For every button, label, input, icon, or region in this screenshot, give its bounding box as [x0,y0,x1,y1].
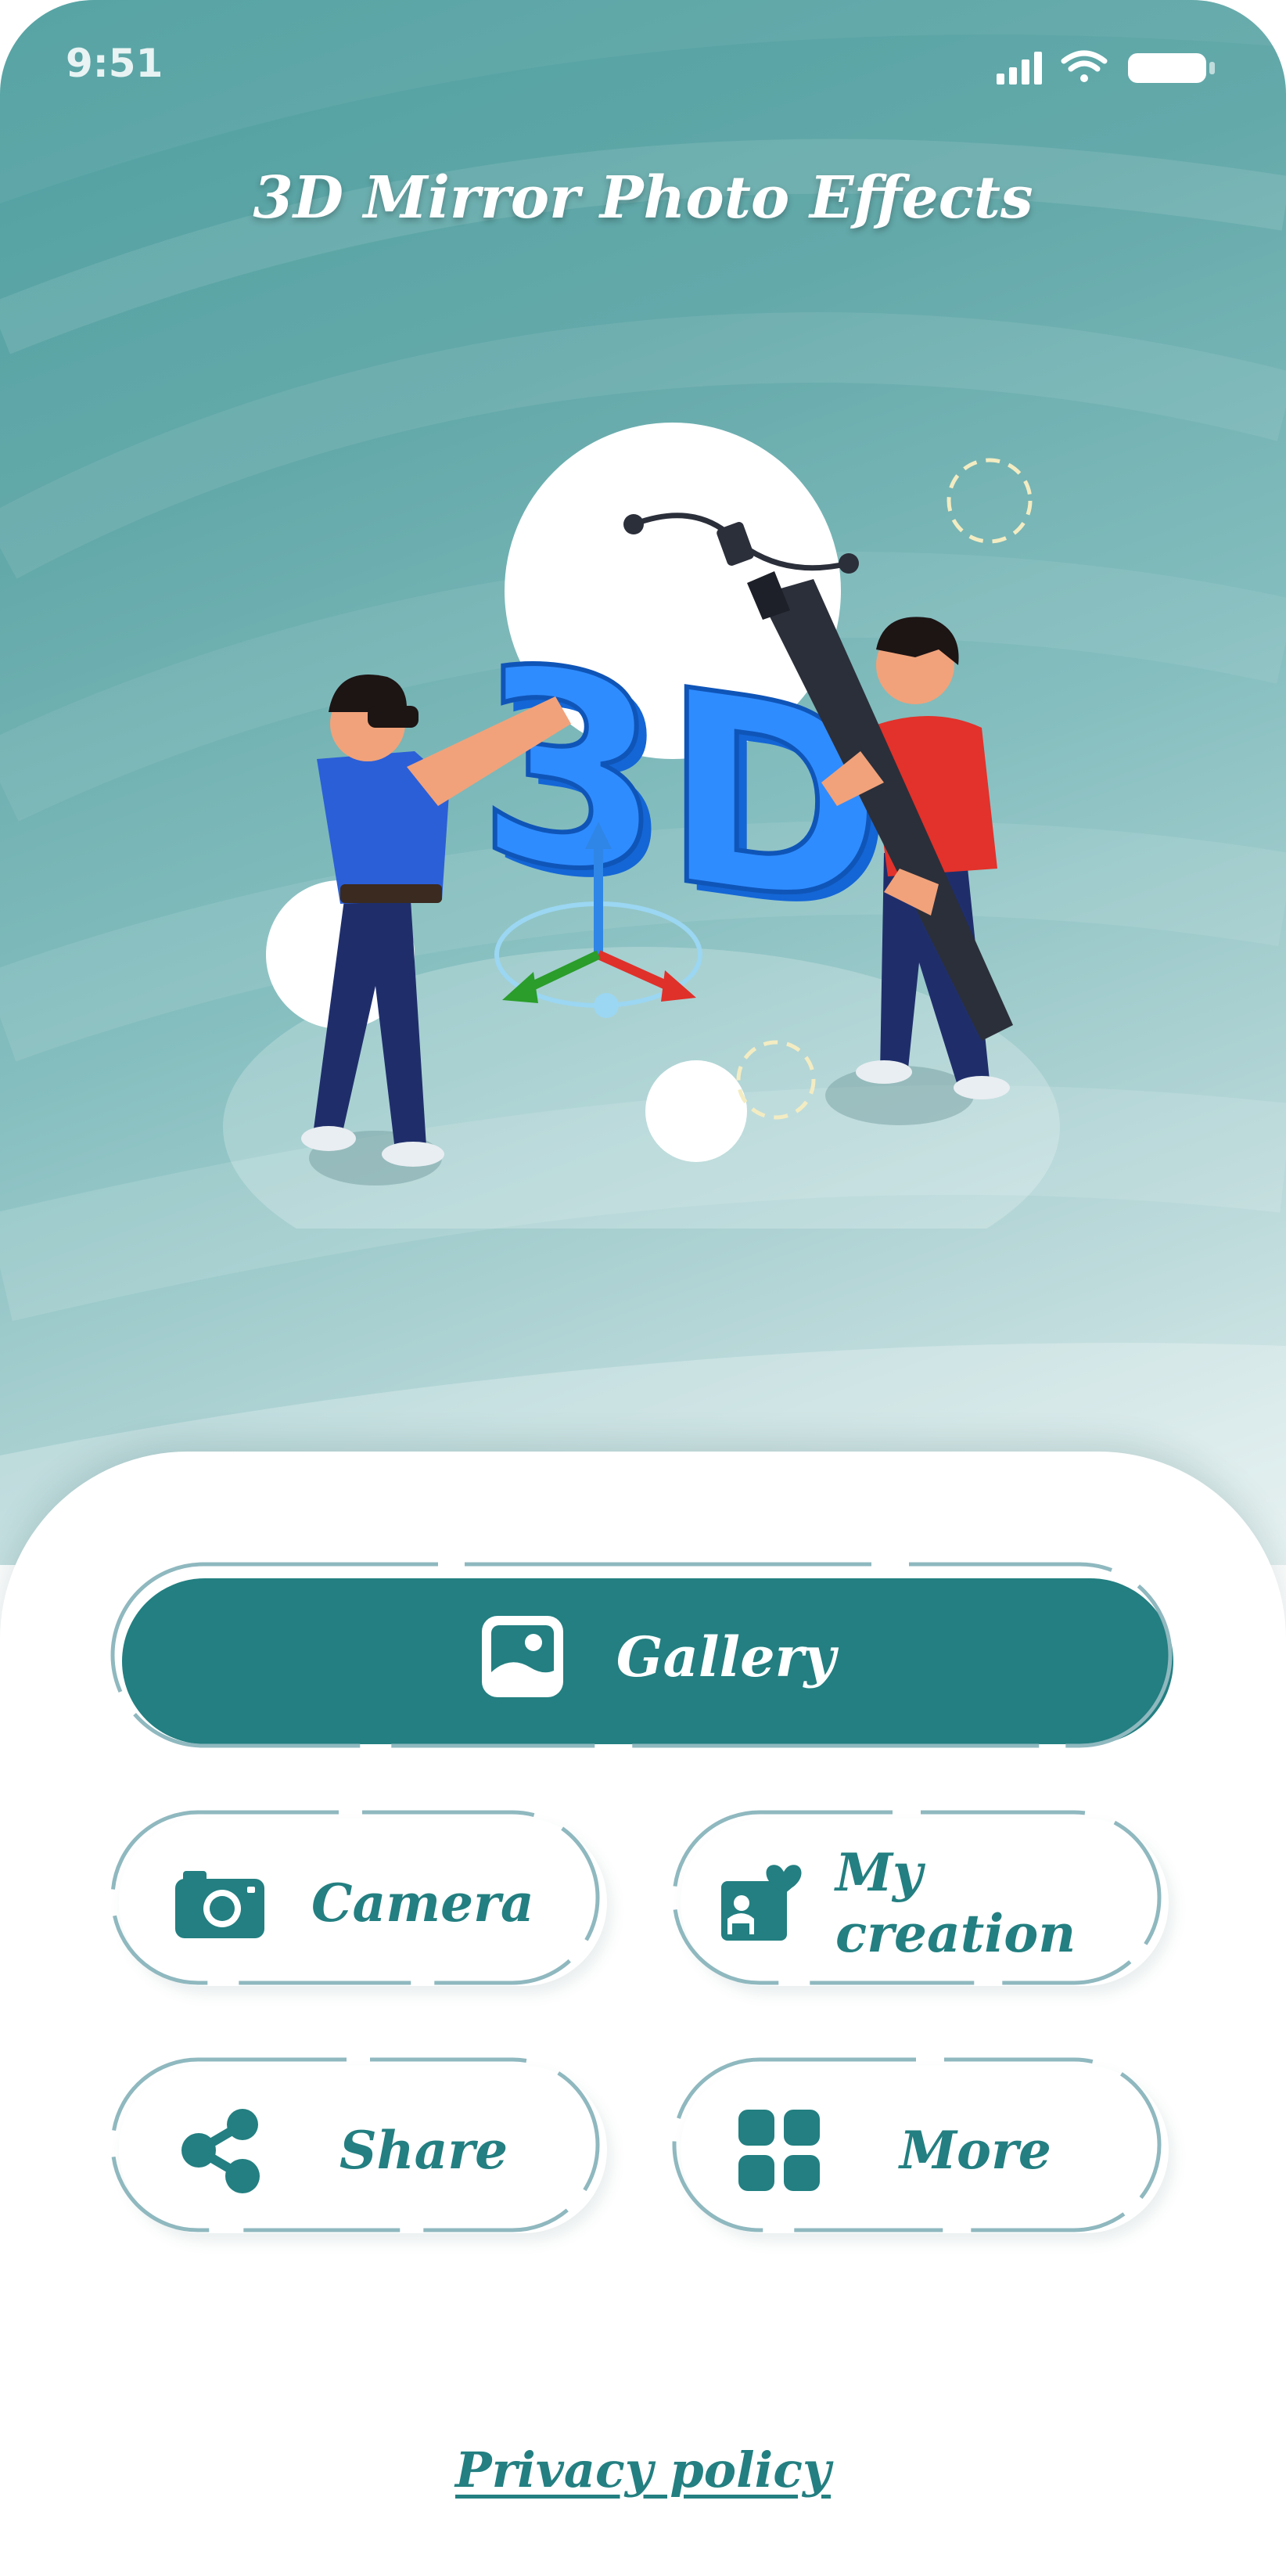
wifi-icon [1061,50,1108,82]
camera-button-content: Camera [110,1809,610,1997]
share-button[interactable]: Share [110,2056,610,2244]
gallery-button[interactable]: Gallery [110,1561,1173,1752]
my-creation-button-label: My creation [835,1842,1076,1964]
image-icon [479,1613,566,1700]
hero-section: 9:51 3D Mirror Photo Effects 3D 3D [0,0,1286,1565]
app-screen: 9:51 3D Mirror Photo Effects 3D 3D Galle… [0,0,1286,2576]
more-button-label: More [900,2120,1051,2181]
my-creation-button[interactable]: My creation [671,1809,1172,1997]
more-button-content: More [671,2056,1172,2244]
status-icons [997,50,1215,85]
camera-button[interactable]: Camera [110,1809,610,1997]
share-button-label: Share [339,2120,508,2181]
share-button-content: Share [110,2056,610,2244]
gallery-button-label: Gallery [616,1624,836,1689]
camera-button-label: Camera [311,1873,534,1934]
share-icon [178,2107,264,2193]
image-heart-icon [721,1864,810,1942]
grid-icon [737,2108,821,2193]
my-creation-button-content: My creation [671,1809,1172,1997]
app-title: 3D Mirror Photo Effects [253,164,1033,232]
camera-icon [175,1868,264,1938]
more-button[interactable]: More [671,2056,1172,2244]
gallery-button-content: Gallery [110,1561,1173,1752]
signal-icon [997,52,1042,85]
hero-illustration: 3D 3D [223,423,1060,1229]
privacy-policy-container: Privacy policy [0,2441,1286,2499]
status-time: 9:51 [66,41,163,86]
battery-icon [1128,53,1215,83]
status-bar: 9:51 [0,0,1286,133]
privacy-policy-link[interactable]: Privacy policy [455,2441,831,2499]
